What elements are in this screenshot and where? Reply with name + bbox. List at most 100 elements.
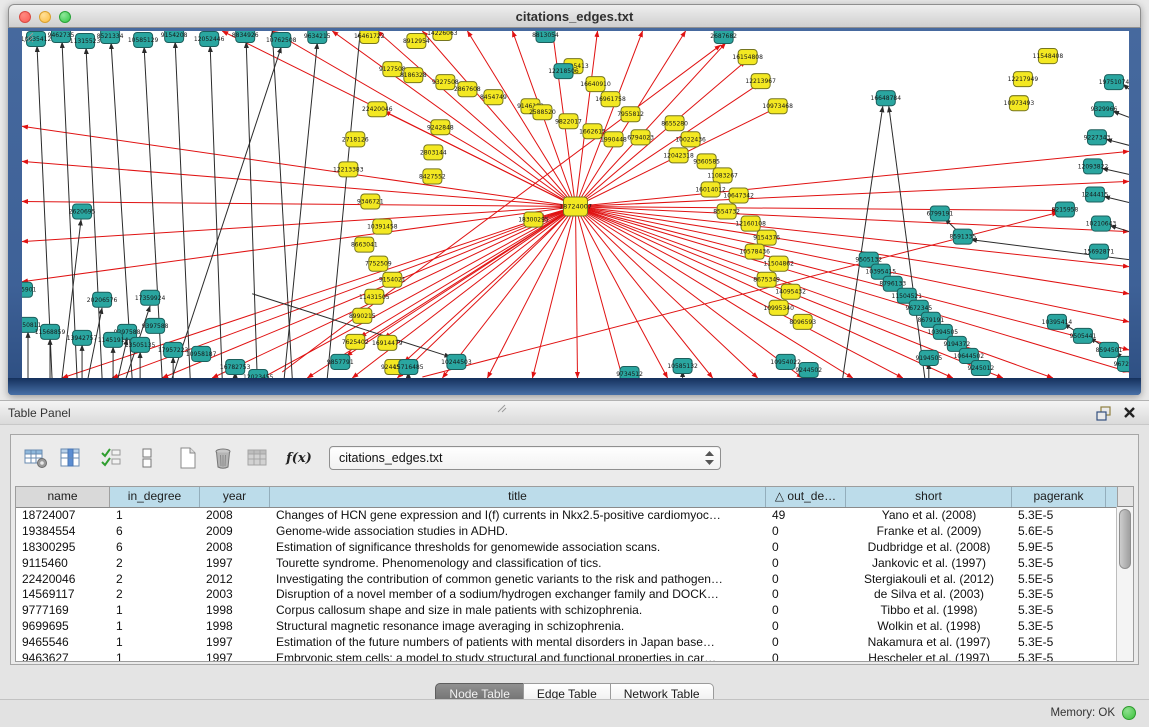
table-cell-pagerank: 5.3E-5 (1012, 635, 1106, 651)
window-title: citations_edges.txt (9, 9, 1140, 24)
window-titlebar[interactable]: citations_edges.txt (8, 4, 1141, 28)
float-panel-icon[interactable] (1095, 406, 1113, 421)
table-cell-in_degree: 1 (110, 619, 200, 635)
table-row[interactable]: 2242004622012Investigating the contribut… (16, 572, 1133, 588)
table-row[interactable]: 1938455462009Genome-wide association stu… (16, 524, 1133, 540)
table-cell-year: 1998 (200, 603, 270, 619)
table-cell-in_degree: 6 (110, 524, 200, 540)
table-row[interactable]: 946554611997Estimation of the future num… (16, 635, 1133, 651)
delete-table-icon[interactable] (210, 446, 236, 470)
table-panel-body: f(x) citations_edges.txt namein_degreeye… (0, 425, 1149, 700)
table-cell-name: 22420046 (16, 572, 110, 588)
table-cell-pagerank: 5.6E-5 (1012, 524, 1106, 540)
canvas-resize-grip[interactable] (22, 31, 1128, 377)
table-panel-inner: f(x) citations_edges.txt namein_degreeye… (10, 434, 1139, 665)
table-cell-title: Structural magnetic resonance image aver… (270, 619, 766, 635)
column-header-pagerank[interactable]: pagerank (1012, 487, 1106, 507)
table-cell-pagerank: 5.3E-5 (1012, 651, 1106, 662)
table-settings-icon[interactable] (23, 446, 49, 470)
new-table-icon[interactable] (175, 446, 201, 470)
table-cell-pagerank: 5.3E-5 (1012, 556, 1106, 572)
table-cell-in_degree: 1 (110, 508, 200, 524)
table-cell-name: 9463627 (16, 651, 110, 662)
vertical-scrollbar[interactable] (1116, 507, 1133, 661)
table-cell-out_degree: 0 (766, 619, 846, 635)
table-cell-title: Changes of HCN gene expression and I(f) … (270, 508, 766, 524)
table-cell-short: de Silva et al. (2003) (846, 587, 1012, 603)
table-cell-pagerank: 5.9E-5 (1012, 540, 1106, 556)
table-cell-year: 1997 (200, 556, 270, 572)
column-header-in_degree[interactable]: in_degree (110, 487, 200, 507)
table-cell-short: Tibbo et al. (1998) (846, 603, 1012, 619)
column-header-out_degree[interactable]: △ out_de… (766, 487, 846, 507)
row-checks-icon[interactable] (99, 446, 125, 470)
column-header-short[interactable]: short (846, 487, 1012, 507)
table-cell-year: 2008 (200, 508, 270, 524)
table-cell-pagerank: 5.3E-5 (1012, 508, 1106, 524)
table-cell-pagerank: 5.3E-5 (1012, 603, 1106, 619)
table-cell-title: Corpus callosum shape and size in male p… (270, 603, 766, 619)
table-cell-in_degree: 6 (110, 540, 200, 556)
table-cell-pagerank: 5.3E-5 (1012, 587, 1106, 603)
network-canvas[interactable]: 1872400718300295912750881863289327508286… (22, 31, 1129, 378)
network-window-frame: 1872400718300295912750881863289327508286… (8, 28, 1141, 395)
table-source-value: citations_edges.txt (339, 451, 443, 465)
table-cell-title: Genome-wide association studies in ADHD. (270, 524, 766, 540)
table-cell-short: Franke et al. (2009) (846, 524, 1012, 540)
table-cell-title: Tourette syndrome. Phenomenology and cla… (270, 556, 766, 572)
table-cell-year: 1997 (200, 635, 270, 651)
table-cell-title: Investigating the contribution of common… (270, 572, 766, 588)
table-cell-name: 9777169 (16, 603, 110, 619)
memory-status-icon[interactable] (1122, 706, 1136, 720)
column-header-title[interactable]: title (270, 487, 766, 507)
close-panel-icon[interactable] (1123, 406, 1137, 420)
table-cell-title: Estimation of the future numbers of pati… (270, 635, 766, 651)
table-row[interactable]: 1872400712008Changes of HCN gene express… (16, 508, 1133, 524)
table-cell-title: Embryonic stem cells: a model to study s… (270, 651, 766, 662)
table-cell-out_degree: 0 (766, 635, 846, 651)
table-panel-title: Table Panel (8, 406, 71, 420)
node-table: namein_degreeyeartitle△ out_de…shortpage… (15, 486, 1134, 662)
table-row[interactable]: 1456911722003Disruption of a novel membe… (16, 587, 1133, 603)
table-cell-name: 18724007 (16, 508, 110, 524)
table-cell-in_degree: 1 (110, 635, 200, 651)
table-row[interactable]: 946362711997Embryonic stem cells: a mode… (16, 651, 1133, 662)
table-cell-short: Yano et al. (2008) (846, 508, 1012, 524)
table-cell-year: 1997 (200, 651, 270, 662)
status-bar: Memory: OK (0, 699, 1149, 727)
table-cell-out_degree: 0 (766, 524, 846, 540)
table-source-select[interactable]: citations_edges.txt (329, 446, 721, 470)
table-cell-out_degree: 0 (766, 603, 846, 619)
table-cell-out_degree: 49 (766, 508, 846, 524)
memory-status-label: Memory: OK (1050, 707, 1115, 719)
table-cell-title: Disruption of a novel member of a sodium… (270, 587, 766, 603)
table-cell-short: Jankovic et al. (1997) (846, 556, 1012, 572)
network-view-window: citations_edges.txt 18724007183002959127… (8, 4, 1141, 395)
table-row[interactable]: 969969511998Structural magnetic resonanc… (16, 619, 1133, 635)
function-icon[interactable]: f(x) (286, 446, 312, 470)
combo-arrows-icon (705, 451, 714, 465)
table-cell-year: 2008 (200, 540, 270, 556)
table-cell-year: 1998 (200, 619, 270, 635)
table-cell-short: Nakamura et al. (1997) (846, 635, 1012, 651)
table-cell-out_degree: 0 (766, 572, 846, 588)
column-header-year[interactable]: year (200, 487, 270, 507)
table-cell-out_degree: 0 (766, 651, 846, 662)
table-row[interactable]: 977716911998Corpus callosum shape and si… (16, 603, 1133, 619)
table-cell-name: 9115460 (16, 556, 110, 572)
scrollbar-thumb[interactable] (1119, 509, 1131, 569)
table-body: 1872400712008Changes of HCN gene express… (16, 508, 1133, 662)
table-cell-short: Hescheler et al. (1997) (846, 651, 1012, 662)
table-cell-name: 18300295 (16, 540, 110, 556)
application-window: citations_edges.txt 18724007183002959127… (0, 0, 1149, 727)
import-table-icon (245, 446, 271, 470)
narrow-rows-icon[interactable] (134, 446, 160, 470)
panel-divider-grip[interactable] (496, 403, 508, 413)
table-row[interactable]: 911546021997Tourette syndrome. Phenomeno… (16, 556, 1133, 572)
table-column-icon[interactable] (58, 446, 84, 470)
table-cell-in_degree: 1 (110, 603, 200, 619)
column-header-name[interactable]: name (16, 487, 110, 507)
table-row[interactable]: 1830029562008Estimation of significance … (16, 540, 1133, 556)
table-cell-short: Wolkin et al. (1998) (846, 619, 1012, 635)
table-cell-title: Estimation of significance thresholds fo… (270, 540, 766, 556)
